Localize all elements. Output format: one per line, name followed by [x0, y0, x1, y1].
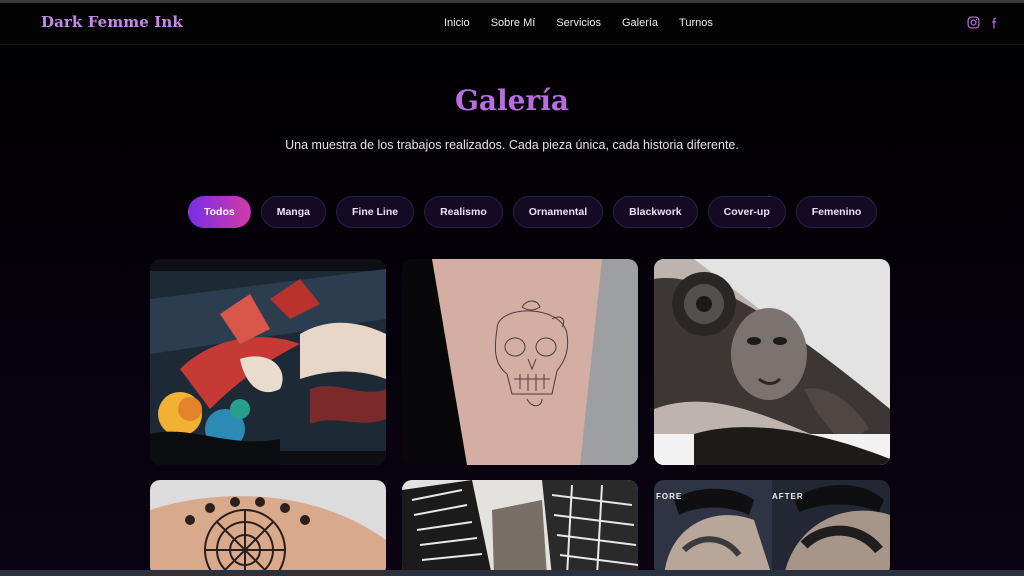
- nav-inicio[interactable]: Inicio: [444, 17, 470, 29]
- filter-todos[interactable]: Todos: [188, 196, 251, 228]
- filter-cover-up[interactable]: Cover-up: [707, 196, 786, 228]
- nav-turnos[interactable]: Turnos: [679, 17, 713, 29]
- nav-galeria[interactable]: Galería: [622, 17, 658, 29]
- gallery-item-realism-portrait[interactable]: [654, 259, 890, 465]
- navbar: Dark Femme Ink Inicio Sobre Mí Servicios…: [0, 3, 1024, 45]
- social-links: [967, 16, 999, 29]
- gallery-item-blackwork-tribal[interactable]: [402, 480, 638, 576]
- filter-blackwork[interactable]: Blackwork: [613, 196, 698, 228]
- filter-femenino[interactable]: Femenino: [795, 196, 878, 228]
- gallery-item-japanese-sleeve[interactable]: [150, 259, 386, 465]
- filter-bar: Todos Manga Fine Line Realismo Ornamenta…: [188, 196, 878, 228]
- window-bottom-border: [0, 570, 1024, 576]
- nav-links: Inicio Sobre Mí Servicios Galería Turnos: [444, 17, 734, 29]
- instagram-icon[interactable]: [967, 16, 980, 29]
- gallery-item-fine-line-skull[interactable]: [402, 259, 638, 465]
- nav-sobre-mi[interactable]: Sobre Mí: [491, 17, 536, 29]
- gallery-item-mandala-ornamental[interactable]: [150, 480, 386, 576]
- filter-manga[interactable]: Manga: [260, 196, 326, 228]
- before-label: FORE: [656, 492, 682, 501]
- filter-fine-line[interactable]: Fine Line: [335, 196, 415, 228]
- page-title: Galería: [454, 84, 570, 117]
- gallery-item-cover-up[interactable]: FORE AFTER: [654, 480, 890, 576]
- filter-realismo[interactable]: Realismo: [424, 196, 503, 228]
- page-subtitle: Una muestra de los trabajos realizados. …: [285, 138, 739, 152]
- facebook-icon[interactable]: [990, 16, 999, 29]
- nav-servicios[interactable]: Servicios: [556, 17, 601, 29]
- filter-ornamental[interactable]: Ornamental: [512, 196, 604, 228]
- brand-logo[interactable]: Dark Femme Ink: [41, 13, 183, 31]
- after-label: AFTER: [772, 492, 804, 501]
